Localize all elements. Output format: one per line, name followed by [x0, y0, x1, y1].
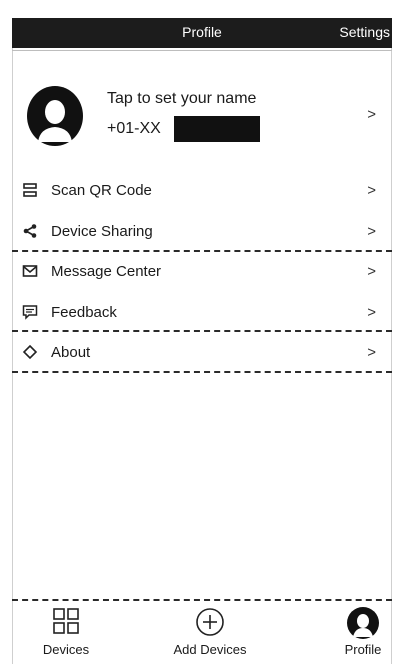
scan-qr-icon: [23, 183, 37, 197]
redacted-phone-number: [174, 116, 260, 142]
section-divider: [12, 250, 392, 252]
section-divider: [12, 371, 392, 373]
menu-item-label: Message Center: [51, 263, 162, 280]
grid-icon: [53, 608, 79, 634]
nav-profile[interactable]: Profile: [334, 604, 392, 660]
section-divider: [12, 330, 392, 332]
profile-name-prompt: Tap to set your name: [107, 90, 257, 107]
nav-label: Devices: [42, 642, 90, 657]
nav-devices[interactable]: Devices: [34, 604, 98, 660]
page-title: Profile: [182, 24, 222, 40]
screen-edge-right: [391, 48, 392, 664]
avatar-icon: [27, 86, 83, 146]
chevron-right-icon: >: [367, 106, 376, 123]
chevron-right-icon: >: [367, 223, 376, 240]
chevron-right-icon: >: [367, 304, 376, 321]
header-bar: Profile Settings: [12, 18, 392, 48]
nav-label: Profile: [344, 642, 382, 657]
menu-item-label: About: [51, 344, 91, 361]
feedback-icon: [22, 305, 38, 320]
profile-phone: +01-XX: [107, 120, 161, 137]
chevron-right-icon: >: [367, 182, 376, 199]
profile-icon: [347, 607, 379, 639]
share-icon: [23, 224, 37, 238]
add-circle-icon: [196, 608, 224, 636]
menu-item-label: Scan QR Code: [51, 182, 152, 199]
menu-item-device-sharing[interactable]: Device Sharing >: [22, 216, 386, 246]
menu-item-feedback[interactable]: Feedback >: [22, 297, 386, 327]
menu-item-message-center[interactable]: Message Center >: [22, 256, 386, 286]
profile-card[interactable]: Tap to set your name +01-XX >: [26, 78, 386, 152]
chevron-right-icon: >: [367, 263, 376, 280]
menu-item-about[interactable]: About >: [22, 337, 386, 367]
header-divider: [12, 50, 392, 51]
profile-screen: Profile Settings Tap to set your name +0…: [0, 0, 396, 664]
menu-item-label: Device Sharing: [51, 223, 153, 240]
bottom-nav-divider: [12, 599, 392, 601]
chevron-right-icon: >: [367, 344, 376, 361]
menu-item-scan-qr-code[interactable]: Scan QR Code >: [22, 175, 386, 205]
mail-icon: [22, 265, 38, 277]
nav-add-devices[interactable]: Add Devices: [160, 604, 260, 660]
about-icon: [22, 344, 38, 360]
settings-button[interactable]: Settings: [339, 24, 390, 40]
menu-item-label: Feedback: [51, 304, 117, 321]
screen-edge-left: [12, 48, 13, 664]
nav-label: Add Devices: [173, 642, 247, 657]
